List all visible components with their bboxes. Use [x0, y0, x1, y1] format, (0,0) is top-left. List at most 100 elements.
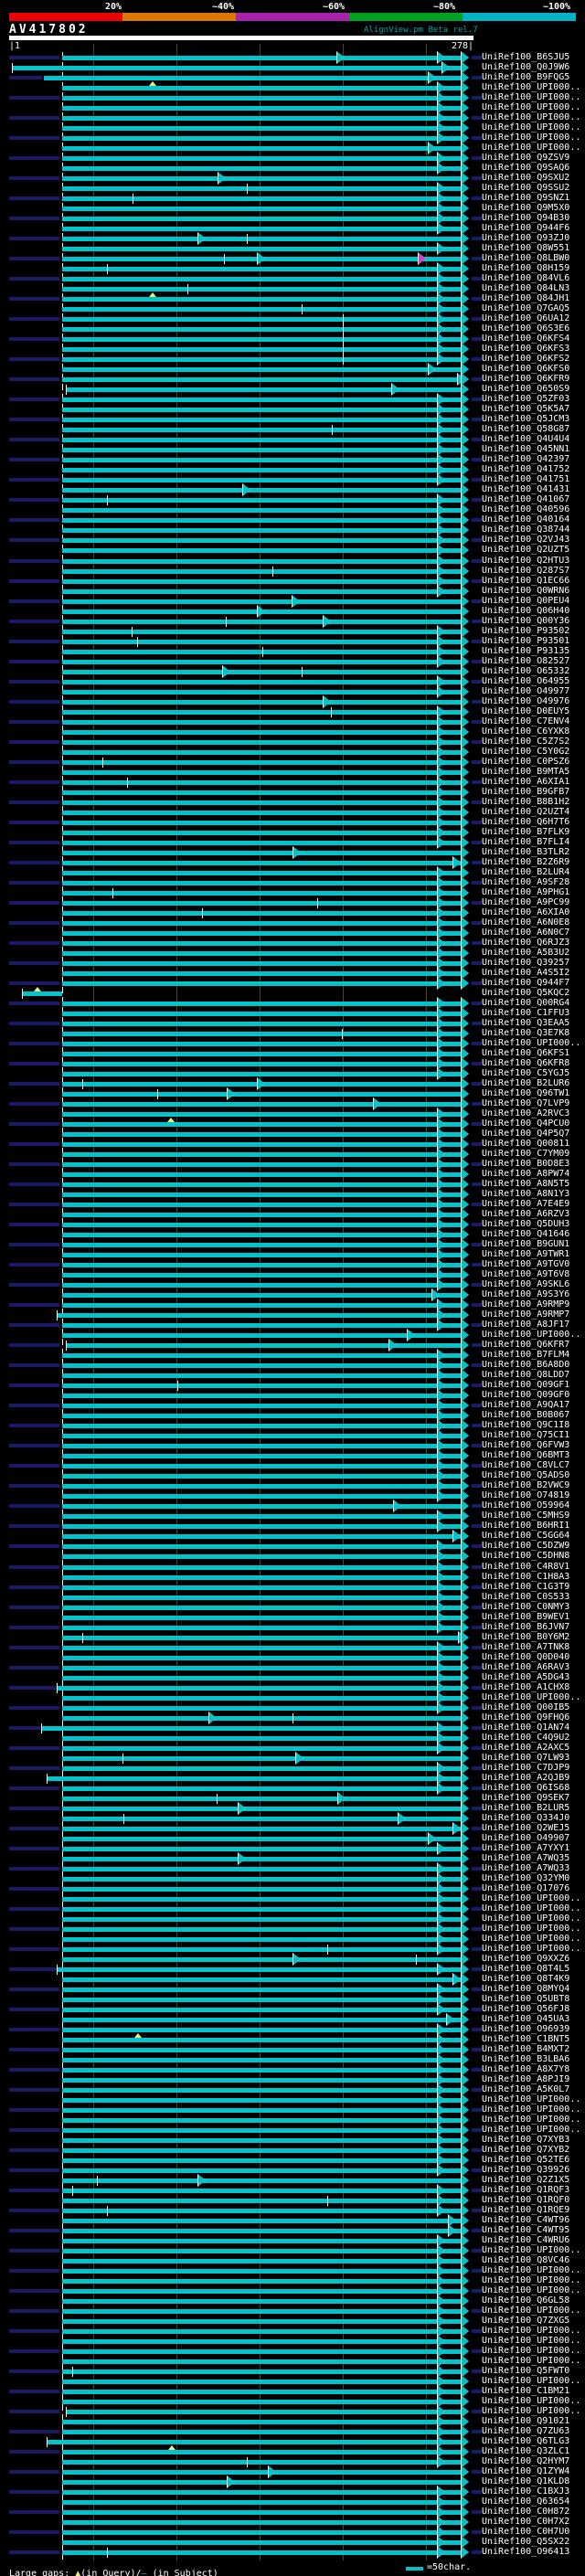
hit-accession-link[interactable]: UniRef100_B6JVN7: [482, 1622, 569, 1632]
hit-bar[interactable]: [62, 689, 462, 694]
hit-bar[interactable]: [62, 1283, 462, 1288]
hit-accession-link[interactable]: UniRef100_P93135: [482, 646, 569, 656]
hit-bar[interactable]: [62, 166, 462, 172]
hit-bar[interactable]: [62, 2088, 462, 2094]
hit-accession-link[interactable]: UniRef100_Q9SNZ1: [482, 193, 569, 203]
hit-accession-link[interactable]: UniRef100_C1FFU3: [482, 1008, 569, 1018]
hit-accession-link[interactable]: UniRef100_A6N0C7: [482, 928, 569, 938]
hit-accession-link[interactable]: UniRef100_UPI000..: [482, 1692, 580, 1702]
hit-accession-link[interactable]: UniRef100_A8N1Y3: [482, 1189, 569, 1199]
hit-accession-link[interactable]: UniRef100_Q58G87: [482, 424, 569, 434]
hit-bar[interactable]: [44, 76, 462, 81]
hit-accession-link[interactable]: UniRef100_Q0PEU4: [482, 596, 569, 606]
hit-accession-link[interactable]: UniRef100_Q6KFR9: [482, 374, 569, 384]
hit-accession-link[interactable]: UniRef100_Q7XYB2: [482, 2145, 569, 2155]
hit-bar[interactable]: [62, 1182, 462, 1188]
hit-bar[interactable]: [62, 759, 462, 765]
hit-accession-link[interactable]: UniRef100_A6RAV3: [482, 1662, 569, 1672]
hit-accession-link[interactable]: UniRef100_Q7LVP9: [482, 1098, 569, 1108]
hit-accession-link[interactable]: UniRef100_Q40596: [482, 504, 569, 514]
hit-accession-link[interactable]: UniRef100_Q7GAQ5: [482, 303, 569, 313]
hit-accession-link[interactable]: UniRef100_A1CHX8: [482, 1682, 569, 1692]
hit-bar[interactable]: [62, 1866, 462, 1871]
hit-accession-link[interactable]: UniRef100_UPI000..: [482, 82, 580, 92]
hit-accession-link[interactable]: UniRef100_Q39926: [482, 2165, 569, 2175]
hit-accession-link[interactable]: UniRef100_Q5FWT0: [482, 2366, 569, 2376]
hit-accession-link[interactable]: UniRef100_Q287S7: [482, 566, 569, 576]
hit-accession-link[interactable]: UniRef100_UPI000..: [482, 1944, 580, 1954]
hit-bar[interactable]: [62, 2259, 462, 2264]
hit-accession-link[interactable]: UniRef100_A9TWR1: [482, 1249, 569, 1259]
hit-bar[interactable]: [62, 2148, 462, 2154]
hit-bar[interactable]: [62, 1323, 462, 1329]
hit-bar[interactable]: [62, 2349, 462, 2355]
hit-bar[interactable]: [62, 800, 462, 805]
hit-accession-link[interactable]: UniRef100_B9MTA5: [482, 767, 569, 777]
hit-accession-link[interactable]: UniRef100_Q8LBW0: [482, 253, 569, 263]
hit-accession-link[interactable]: UniRef100_Q8MYQ4: [482, 1984, 569, 1994]
hit-bar[interactable]: [62, 2269, 462, 2274]
hit-bar[interactable]: [62, 981, 462, 986]
hit-bar[interactable]: [62, 2219, 462, 2224]
hit-bar[interactable]: [62, 1715, 462, 1721]
hit-bar[interactable]: [62, 1695, 462, 1701]
hit-accession-link[interactable]: UniRef100_Q7ZU63: [482, 2426, 569, 2436]
hit-bar[interactable]: [62, 820, 462, 825]
hit-accession-link[interactable]: UniRef100_Q1AN74: [482, 1723, 569, 1733]
hit-accession-link[interactable]: UniRef100_A7WQ33: [482, 1863, 569, 1873]
hit-accession-link[interactable]: UniRef100_Q8H159: [482, 263, 569, 273]
hit-accession-link[interactable]: UniRef100_C1G3T9: [482, 1582, 569, 1592]
hit-accession-link[interactable]: UniRef100_Q2HYM7: [482, 2456, 569, 2466]
hit-bar[interactable]: [62, 1765, 462, 1771]
hit-accession-link[interactable]: UniRef100_Q39257: [482, 958, 569, 968]
hit-bar[interactable]: [62, 1906, 462, 1912]
hit-accession-link[interactable]: UniRef100_B4MXT2: [482, 2044, 569, 2054]
hit-accession-link[interactable]: UniRef100_B8B1H2: [482, 797, 569, 807]
hit-accession-link[interactable]: UniRef100_B7FLK9: [482, 827, 569, 837]
hit-accession-link[interactable]: UniRef100_Q9M5X0: [482, 203, 569, 213]
hit-accession-link[interactable]: UniRef100_C5YGJ5: [482, 1068, 569, 1078]
hit-bar[interactable]: [62, 528, 462, 534]
hit-accession-link[interactable]: UniRef100_Q84LN3: [482, 283, 569, 293]
hit-accession-link[interactable]: UniRef100_Q40164: [482, 514, 569, 525]
hit-accession-link[interactable]: UniRef100_Q6KFS3: [482, 344, 569, 354]
hit-bar[interactable]: [62, 729, 462, 735]
hit-accession-link[interactable]: UniRef100_B6A8D0: [482, 1360, 569, 1370]
hit-bar[interactable]: [62, 1504, 462, 1510]
hit-accession-link[interactable]: UniRef100_O82527: [482, 656, 569, 666]
hit-bar[interactable]: [62, 1524, 462, 1530]
hit-accession-link[interactable]: UniRef100_O96413: [482, 2547, 569, 2557]
hit-accession-link[interactable]: UniRef100_UPI000..: [482, 2125, 580, 2135]
hit-bar[interactable]: [62, 558, 462, 564]
hit-bar[interactable]: [62, 116, 462, 122]
hit-bar[interactable]: [62, 619, 462, 624]
hit-accession-link[interactable]: UniRef100_Q2WEJ5: [482, 1823, 569, 1833]
hit-bar[interactable]: [62, 1363, 462, 1369]
hit-bar[interactable]: [62, 1233, 462, 1238]
hit-bar[interactable]: [62, 2369, 462, 2375]
hit-accession-link[interactable]: UniRef100_B9GFB7: [482, 787, 569, 797]
hit-accession-link[interactable]: UniRef100_C5DHN8: [482, 1551, 569, 1561]
hit-accession-link[interactable]: UniRef100_B6SJU5: [482, 52, 569, 62]
hit-bar[interactable]: [62, 408, 462, 413]
hit-bar[interactable]: [12, 66, 462, 70]
hit-accession-link[interactable]: UniRef100_UPI000..: [482, 92, 580, 102]
hit-accession-link[interactable]: UniRef100_B2LUR6: [482, 1078, 569, 1088]
hit-accession-link[interactable]: UniRef100_Q9SAQ6: [482, 163, 569, 173]
hit-accession-link[interactable]: UniRef100_Q5K5A7: [482, 404, 569, 414]
hit-bar[interactable]: [62, 1333, 462, 1339]
hit-accession-link[interactable]: UniRef100_C5Y0G2: [482, 747, 569, 757]
hit-accession-link[interactable]: UniRef100_C1BXJ3: [482, 2486, 569, 2496]
hit-bar[interactable]: [62, 96, 462, 101]
hit-bar[interactable]: [62, 2480, 462, 2486]
hit-accession-link[interactable]: UniRef100_B0D8E3: [482, 1159, 569, 1169]
hit-accession-link[interactable]: UniRef100_Q38744: [482, 525, 569, 535]
hit-accession-link[interactable]: UniRef100_UPI000..: [482, 122, 580, 133]
hit-accession-link[interactable]: UniRef100_A6N0E8: [482, 917, 569, 928]
hit-bar[interactable]: [62, 669, 462, 674]
hit-bar[interactable]: [62, 970, 462, 976]
hit-accession-link[interactable]: UniRef100_O49977: [482, 686, 569, 696]
hit-bar[interactable]: [62, 840, 462, 845]
hit-accession-link[interactable]: UniRef100_O49976: [482, 696, 569, 706]
hit-accession-link[interactable]: UniRef100_UPI000..: [482, 143, 580, 153]
